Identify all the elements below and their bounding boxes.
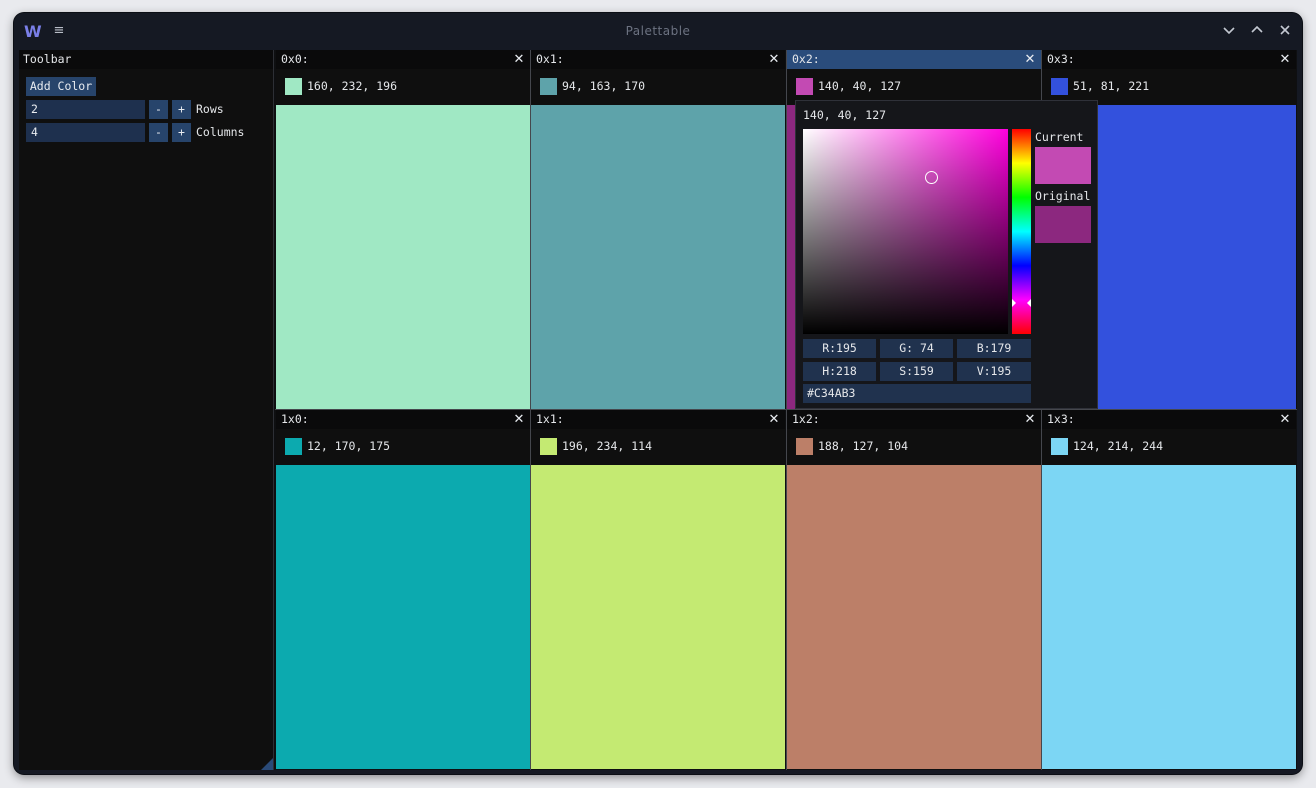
close-icon[interactable] <box>1276 21 1294 39</box>
hue-slider-handle[interactable] <box>1012 299 1016 307</box>
color-cell-0x1[interactable]: 0x1: ✕ 94, 163, 170 <box>531 50 785 409</box>
color-cell-1x3[interactable]: 1x3: ✕ 124, 214, 244 <box>1042 410 1296 769</box>
columns-label: Columns <box>196 125 245 139</box>
rgb-value: 196, 234, 114 <box>562 439 653 453</box>
rgb-value: 140, 40, 127 <box>818 79 902 93</box>
app-window: W ≡ Palettable Toolbar Add Color 2 - + R… <box>14 13 1302 774</box>
cell-name: 0x1: <box>536 52 564 66</box>
cell-name: 1x1: <box>536 412 564 426</box>
grid-divider <box>275 409 1297 410</box>
color-swatch[interactable] <box>285 438 302 455</box>
close-icon[interactable]: ✕ <box>513 50 525 69</box>
green-input[interactable]: G: 74 <box>880 339 953 358</box>
hue-slider-handle[interactable] <box>1027 299 1031 307</box>
toolbar-panel: Toolbar Add Color 2 - + Rows 4 - + Colum… <box>19 50 274 770</box>
color-preview[interactable] <box>1042 465 1296 769</box>
color-cell-1x0[interactable]: 1x0: ✕ 12, 170, 175 <box>276 410 530 769</box>
saturation-input[interactable]: S:159 <box>880 362 953 381</box>
color-cell-0x0[interactable]: 0x0: ✕ 160, 232, 196 <box>276 50 530 409</box>
hue-input[interactable]: H:218 <box>803 362 876 381</box>
rgb-value: 12, 170, 175 <box>307 439 391 453</box>
color-swatch[interactable] <box>1051 438 1068 455</box>
toolbar-title: Toolbar <box>19 50 273 69</box>
color-preview[interactable] <box>531 465 785 769</box>
cell-name: 1x2: <box>792 412 820 426</box>
red-input[interactable]: R:195 <box>803 339 876 358</box>
columns-decrement-button[interactable]: - <box>149 123 168 142</box>
original-label: Original <box>1035 189 1091 203</box>
color-picker-popup: 140, 40, 127 Current Original R:195 G: 7… <box>795 100 1098 409</box>
color-preview[interactable] <box>531 105 785 409</box>
picker-title: 140, 40, 127 <box>803 108 887 122</box>
close-icon[interactable]: ✕ <box>1024 50 1036 69</box>
color-swatch[interactable] <box>1051 78 1068 95</box>
current-color-swatch <box>1035 147 1091 184</box>
color-preview[interactable] <box>276 105 530 409</box>
original-color-swatch[interactable] <box>1035 206 1091 243</box>
color-swatch[interactable] <box>540 78 557 95</box>
saturation-value-square[interactable] <box>803 129 1008 334</box>
chevron-up-icon[interactable] <box>1248 21 1266 39</box>
title-bar[interactable]: W ≡ Palettable <box>14 13 1302 50</box>
cell-header: 1x2: ✕ <box>787 410 1041 429</box>
cell-header: 0x0: ✕ <box>276 50 530 69</box>
color-preview[interactable] <box>787 465 1041 769</box>
cell-name: 0x3: <box>1047 52 1075 66</box>
color-swatch[interactable] <box>796 78 813 95</box>
value-input[interactable]: V:195 <box>957 362 1031 381</box>
color-cell-1x1[interactable]: 1x1: ✕ 196, 234, 114 <box>531 410 785 769</box>
cell-header: 1x0: ✕ <box>276 410 530 429</box>
cell-name: 0x0: <box>281 52 309 66</box>
cell-name: 0x2: <box>792 52 820 66</box>
close-icon[interactable]: ✕ <box>768 410 780 429</box>
hex-input[interactable]: #C34AB3 <box>803 384 1031 403</box>
rows-input[interactable]: 2 <box>26 100 145 119</box>
color-preview[interactable] <box>276 465 530 769</box>
close-icon[interactable]: ✕ <box>1279 50 1291 69</box>
chevron-down-icon[interactable] <box>1220 21 1238 39</box>
window-title: Palettable <box>625 24 691 38</box>
cell-header: 1x1: ✕ <box>531 410 785 429</box>
rgb-value: 94, 163, 170 <box>562 79 646 93</box>
rgb-value: 188, 127, 104 <box>818 439 909 453</box>
color-swatch[interactable] <box>540 438 557 455</box>
blue-input[interactable]: B:179 <box>957 339 1031 358</box>
cell-name: 1x3: <box>1047 412 1075 426</box>
rgb-value: 51, 81, 221 <box>1073 79 1150 93</box>
cell-name: 1x0: <box>281 412 309 426</box>
cell-header: 0x3: ✕ <box>1042 50 1296 69</box>
color-swatch[interactable] <box>796 438 813 455</box>
workspace: Toolbar Add Color 2 - + Rows 4 - + Colum… <box>19 50 1297 770</box>
cell-header: 1x3: ✕ <box>1042 410 1296 429</box>
color-swatch[interactable] <box>285 78 302 95</box>
close-icon[interactable]: ✕ <box>1024 410 1036 429</box>
columns-increment-button[interactable]: + <box>172 123 191 142</box>
cell-header: 0x1: ✕ <box>531 50 785 69</box>
columns-input[interactable]: 4 <box>26 123 145 142</box>
sv-cursor[interactable] <box>925 171 938 184</box>
close-icon[interactable]: ✕ <box>513 410 525 429</box>
resize-grip[interactable] <box>261 758 273 770</box>
grid-divider <box>530 50 531 770</box>
close-icon[interactable]: ✕ <box>1279 410 1291 429</box>
close-icon[interactable]: ✕ <box>768 50 780 69</box>
rows-decrement-button[interactable]: - <box>149 100 168 119</box>
rgb-value: 160, 232, 196 <box>307 79 398 93</box>
color-cell-1x2[interactable]: 1x2: ✕ 188, 127, 104 <box>787 410 1041 769</box>
rows-label: Rows <box>196 102 224 116</box>
rows-increment-button[interactable]: + <box>172 100 191 119</box>
cell-header: 0x2: ✕ <box>787 50 1041 69</box>
rgb-value: 124, 214, 244 <box>1073 439 1164 453</box>
current-label: Current <box>1035 130 1084 144</box>
add-color-button[interactable]: Add Color <box>26 77 96 96</box>
grid-divider <box>786 50 787 770</box>
